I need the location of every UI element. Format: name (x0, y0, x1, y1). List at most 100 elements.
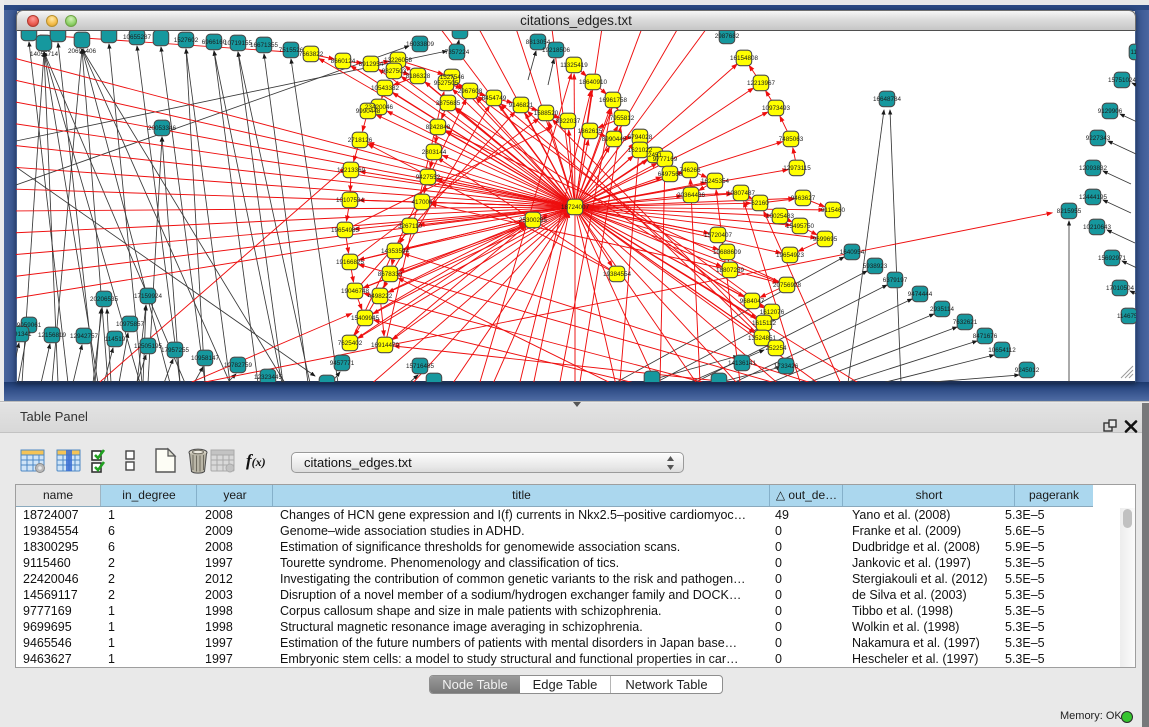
svg-text:6379197: 6379197 (883, 277, 908, 284)
svg-text:8215955: 8215955 (1057, 208, 1082, 215)
svg-text:20206535: 20206535 (90, 296, 119, 303)
svg-text:20691406: 20691406 (68, 48, 97, 55)
svg-text:9146821: 9146821 (509, 102, 534, 109)
svg-text:114519: 114519 (105, 336, 126, 343)
svg-text:7625402: 7625402 (338, 340, 363, 347)
svg-text:9527505: 9527505 (434, 80, 459, 87)
svg-text:1640954: 1640954 (840, 249, 865, 256)
svg-text:10543382: 10543382 (371, 85, 400, 92)
svg-text:1527602: 1527602 (174, 37, 199, 44)
svg-text:7955812: 7955812 (610, 115, 635, 122)
svg-text:10654112: 10654112 (988, 347, 1016, 354)
svg-text:9129906: 9129906 (1098, 108, 1123, 115)
svg-text:12156819: 12156819 (38, 332, 67, 339)
svg-text:10025483: 10025483 (766, 213, 795, 220)
svg-text:9245012: 9245012 (1015, 367, 1040, 374)
svg-text:19654923: 19654923 (776, 252, 805, 259)
svg-text:19218506: 19218506 (542, 47, 571, 54)
svg-text:8322037: 8322037 (556, 118, 581, 125)
svg-text:3875685: 3875685 (436, 100, 461, 107)
svg-text:6794028: 6794028 (628, 134, 653, 141)
svg-text:8660124: 8660124 (331, 58, 356, 65)
svg-text:8678332: 8678332 (378, 271, 403, 278)
svg-text:12942757: 12942757 (70, 333, 99, 340)
svg-text:2718126: 2718126 (348, 137, 373, 144)
svg-text:11325419: 11325419 (560, 62, 588, 69)
svg-text:20756928: 20756928 (773, 282, 802, 289)
svg-text:9827503: 9827503 (382, 68, 407, 75)
svg-text:8912954: 8912954 (359, 61, 384, 68)
svg-text:10107534: 10107534 (336, 197, 365, 204)
svg-text:417006: 417006 (411, 199, 433, 206)
svg-text:9684047: 9684047 (740, 298, 765, 305)
svg-text:8186328: 8186328 (406, 73, 431, 80)
svg-text:10782759: 10782759 (224, 362, 253, 369)
svg-text:2987682: 2987682 (715, 33, 740, 40)
svg-text:16671355: 16671355 (250, 42, 279, 49)
svg-text:9699695: 9699695 (813, 236, 838, 243)
svg-text:20364436: 20364436 (677, 192, 706, 199)
svg-text:12973115: 12973115 (783, 165, 811, 172)
svg-text:252254: 252254 (765, 345, 787, 352)
svg-text:15751024: 15751024 (1108, 77, 1136, 84)
svg-text:3267110: 3267110 (398, 223, 423, 230)
svg-text:7632621: 7632621 (953, 319, 978, 326)
svg-text:10975857: 10975857 (116, 321, 145, 328)
svg-text:746266: 746266 (679, 167, 701, 174)
svg-text:15409945: 15409945 (351, 315, 380, 322)
svg-text:15692971: 15692971 (1098, 255, 1127, 262)
svg-text:9777169: 9777169 (653, 156, 678, 163)
svg-text:16245354: 16245354 (701, 178, 730, 185)
svg-text:991341: 991341 (16, 331, 32, 338)
svg-text:10807487: 10807487 (727, 190, 756, 197)
svg-text:1612076: 1612076 (760, 309, 785, 316)
svg-text:12213967: 12213967 (747, 80, 776, 87)
svg-text:1362615: 1362615 (578, 128, 603, 135)
svg-text:15495750: 15495750 (786, 223, 815, 230)
svg-text:17010504: 17010504 (1106, 285, 1135, 292)
svg-text:2803144: 2803144 (422, 149, 447, 156)
svg-text:62160: 62160 (751, 200, 769, 207)
svg-text:15720407: 15720407 (704, 232, 733, 239)
svg-text:1615112: 1615112 (752, 320, 777, 327)
svg-text:25300295: 25300295 (519, 217, 548, 224)
svg-text:10973493: 10973493 (762, 105, 791, 112)
svg-text:9115460: 9115460 (821, 207, 846, 214)
svg-text:2935114: 2935114 (930, 306, 955, 313)
svg-text:4498222: 4498222 (368, 293, 393, 300)
svg-text:7357224: 7357224 (445, 49, 470, 56)
svg-text:9059061: 9059061 (17, 322, 42, 329)
svg-text:7663822: 7663822 (299, 51, 324, 58)
svg-text:13524851: 13524851 (748, 335, 777, 342)
svg-text:16033809: 16033809 (406, 41, 435, 48)
svg-text:14136141: 14136141 (728, 360, 757, 367)
svg-text:10655287: 10655287 (123, 34, 152, 41)
svg-text:18640910: 18640910 (579, 79, 608, 86)
svg-text:16961758: 16961758 (599, 97, 628, 104)
svg-text:9474444: 9474444 (908, 291, 933, 298)
svg-text:10719155: 10719155 (224, 40, 253, 47)
svg-text:15716485: 15716485 (406, 363, 435, 370)
svg-text:17957255: 17957255 (161, 347, 190, 354)
svg-text:1117: 1117 (1130, 49, 1136, 56)
svg-text:5938923: 5938923 (863, 263, 888, 270)
svg-text:18724007: 18724007 (561, 204, 590, 211)
svg-text:9463627: 9463627 (791, 195, 816, 202)
svg-text:13226058: 13226058 (384, 57, 413, 64)
svg-text:12213369: 12213369 (337, 167, 366, 174)
svg-text:8242848: 8242848 (426, 124, 451, 131)
svg-text:16648784: 16648784 (873, 96, 902, 103)
svg-text:8813054: 8813054 (526, 39, 551, 46)
svg-text:1733426: 1733426 (774, 363, 799, 370)
svg-text:18807289: 18807289 (716, 267, 745, 274)
svg-text:10688609: 10688609 (713, 249, 742, 256)
svg-text:16914479: 16914479 (371, 342, 400, 349)
svg-text:8990448: 8990448 (602, 136, 627, 143)
svg-text:9457771: 9457771 (330, 360, 355, 367)
svg-text:10958147: 10958147 (191, 355, 220, 362)
svg-text:19654985: 19654985 (331, 227, 360, 234)
svg-text:19166825: 19166825 (336, 259, 365, 266)
svg-text:8471676: 8471676 (973, 333, 998, 340)
svg-text:12505195: 12505195 (134, 343, 163, 350)
svg-text:17159924: 17159924 (134, 293, 163, 300)
